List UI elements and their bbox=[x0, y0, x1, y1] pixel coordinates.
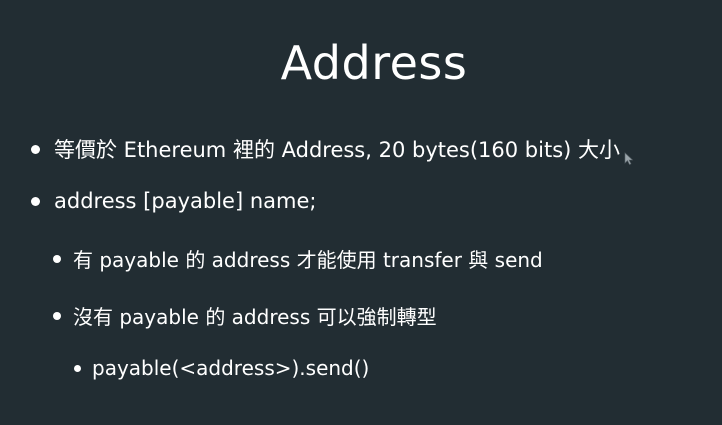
bullet-text: 沒有 payable 的 address 可以強制轉型 bbox=[73, 305, 437, 329]
bullet-dot-icon bbox=[31, 196, 40, 206]
bullet-item-level3: payable(<address>).send() bbox=[74, 356, 369, 380]
slide: Address 等價於 Ethereum 裡的 Address, 20 byte… bbox=[0, 0, 722, 425]
bullet-dot-icon bbox=[53, 311, 61, 320]
bullet-text: address [payable] name; bbox=[54, 189, 317, 213]
bullet-item-level1: 等價於 Ethereum 裡的 Address, 20 bytes(160 bi… bbox=[31, 134, 620, 164]
bullet-dot-icon bbox=[31, 144, 40, 154]
bullet-text: 有 payable 的 address 才能使用 transfer 與 send bbox=[73, 248, 543, 272]
bullet-item-level2: 沒有 payable 的 address 可以強制轉型 bbox=[53, 301, 437, 330]
bullet-text: 等價於 Ethereum 裡的 Address, 20 bytes(160 bi… bbox=[54, 138, 621, 162]
bullet-dot-icon bbox=[53, 254, 61, 263]
bullet-item-level1: address [payable] name; bbox=[31, 189, 316, 213]
bullet-text: payable(<address>).send() bbox=[92, 356, 370, 380]
slide-title: Address bbox=[280, 36, 468, 90]
bullet-dot-icon bbox=[74, 364, 81, 372]
mouse-pointer-icon-graphic bbox=[624, 152, 634, 165]
bullet-item-level2: 有 payable 的 address 才能使用 transfer 與 send bbox=[53, 244, 543, 273]
